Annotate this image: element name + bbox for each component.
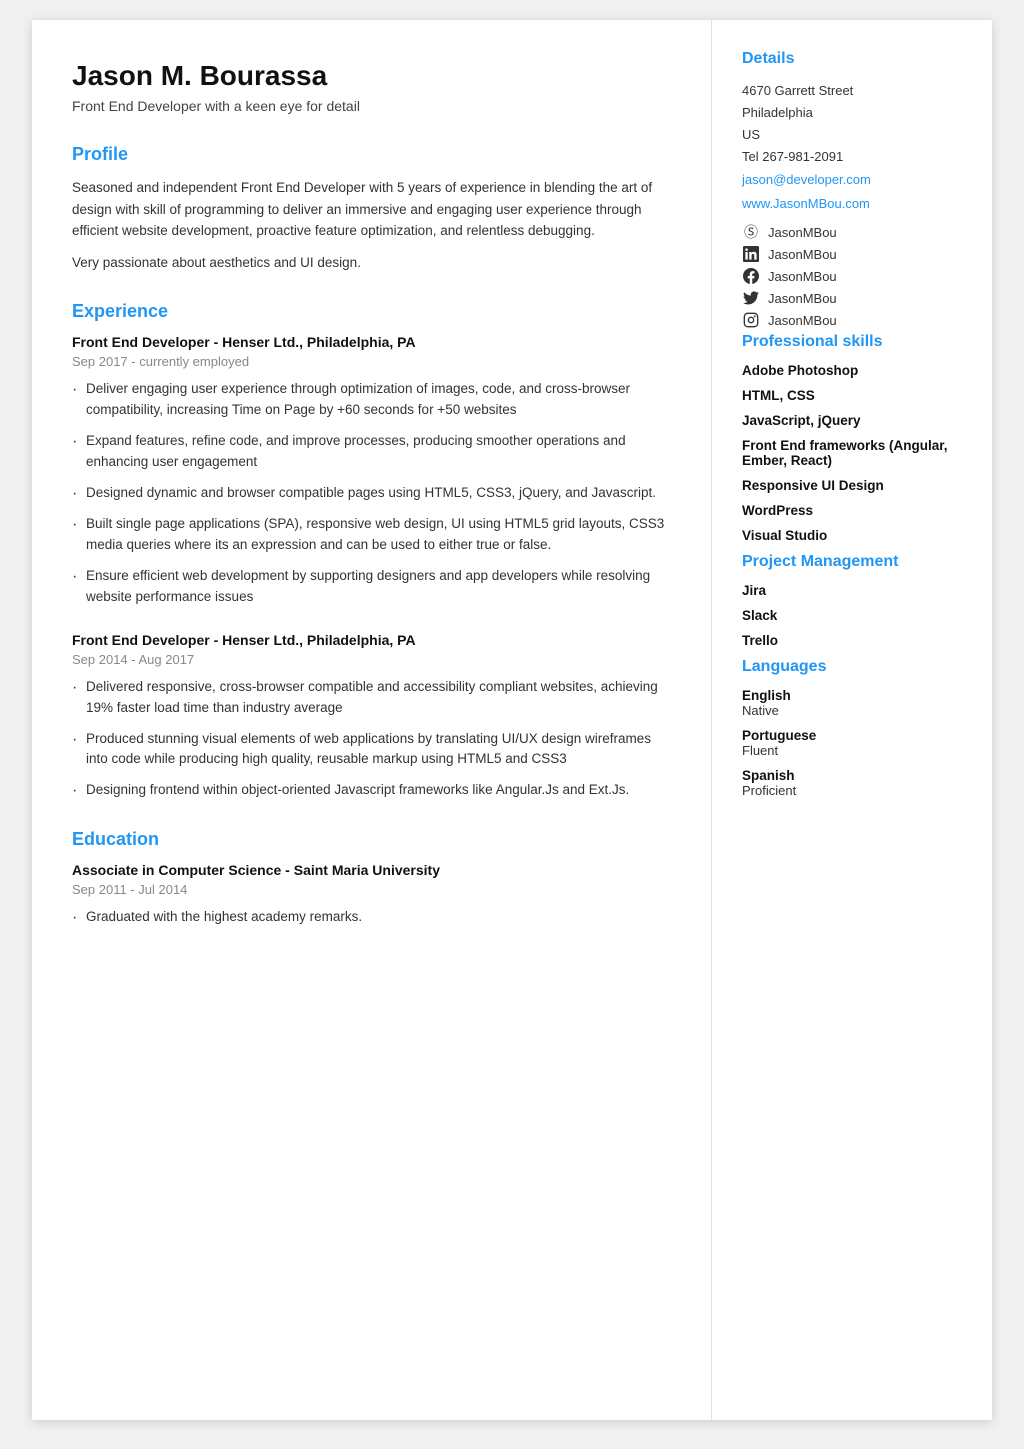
skill-item: JavaScript, jQuery bbox=[742, 413, 962, 428]
skill-item: Front End frameworks (Angular, Ember, Re… bbox=[742, 438, 962, 468]
right-column: Details 4670 Garrett Street Philadelphia… bbox=[712, 20, 992, 1420]
project-management-title: Project Management bbox=[742, 553, 962, 571]
profile-section: Profile Seasoned and independent Front E… bbox=[72, 144, 671, 273]
social-facebook: JasonMBou bbox=[742, 267, 962, 285]
lang-level-2: Fluent bbox=[742, 743, 962, 758]
skill-item: Adobe Photoshop bbox=[742, 363, 962, 378]
skill-item: HTML, CSS bbox=[742, 388, 962, 403]
job-bullets-1: Deliver engaging user experience through… bbox=[72, 379, 671, 607]
twitter-icon bbox=[742, 289, 760, 307]
job-title-1: Front End Developer - Henser Ltd., Phila… bbox=[72, 334, 671, 350]
list-item: Ensure efficient web development by supp… bbox=[72, 566, 671, 608]
linkedin-handle: JasonMBou bbox=[768, 247, 837, 262]
experience-section: Experience Front End Developer - Henser … bbox=[72, 301, 671, 801]
candidate-name: Jason M. Bourassa bbox=[72, 60, 671, 92]
website-link[interactable]: www.JasonMBou.com bbox=[742, 192, 962, 215]
social-list: Ⓢ JasonMBou JasonMBou JasonMBou bbox=[742, 223, 962, 329]
skype-handle: JasonMBou bbox=[768, 225, 837, 240]
project-item: Trello bbox=[742, 633, 962, 648]
instagram-handle: JasonMBou bbox=[768, 313, 837, 328]
education-entry-1: Associate in Computer Science - Saint Ma… bbox=[72, 862, 671, 928]
project-management-section: Project Management Jira Slack Trello bbox=[742, 553, 962, 648]
education-bullets-1: Graduated with the highest academy remar… bbox=[72, 907, 671, 928]
profile-paragraph1: Seasoned and independent Front End Devel… bbox=[72, 177, 671, 242]
lang-name-3: Spanish bbox=[742, 768, 962, 783]
list-item: Produced stunning visual elements of web… bbox=[72, 729, 671, 771]
job-block-1: Front End Developer - Henser Ltd., Phila… bbox=[72, 334, 671, 607]
skill-item: Visual Studio bbox=[742, 528, 962, 543]
skill-item: WordPress bbox=[742, 503, 962, 518]
skype-icon: Ⓢ bbox=[742, 223, 760, 241]
job-bullets-2: Delivered responsive, cross-browser comp… bbox=[72, 677, 671, 802]
project-item: Slack bbox=[742, 608, 962, 623]
tel: Tel 267-981-2091 bbox=[742, 146, 962, 168]
facebook-handle: JasonMBou bbox=[768, 269, 837, 284]
job-date-1: Sep 2017 - currently employed bbox=[72, 354, 671, 369]
candidate-tagline: Front End Developer with a keen eye for … bbox=[72, 98, 671, 114]
project-item: Jira bbox=[742, 583, 962, 598]
education-date-1: Sep 2011 - Jul 2014 bbox=[72, 882, 671, 897]
list-item: Designed dynamic and browser compatible … bbox=[72, 483, 671, 504]
job-date-2: Sep 2014 - Aug 2017 bbox=[72, 652, 671, 667]
lang-level-3: Proficient bbox=[742, 783, 962, 798]
social-twitter: JasonMBou bbox=[742, 289, 962, 307]
linkedin-icon bbox=[742, 245, 760, 263]
education-section: Education Associate in Computer Science … bbox=[72, 829, 671, 928]
lang-level-1: Native bbox=[742, 703, 962, 718]
facebook-icon bbox=[742, 267, 760, 285]
education-degree-1: Associate in Computer Science - Saint Ma… bbox=[72, 862, 671, 878]
resume-page: Jason M. Bourassa Front End Developer wi… bbox=[32, 20, 992, 1420]
list-item: Graduated with the highest academy remar… bbox=[72, 907, 671, 928]
left-column: Jason M. Bourassa Front End Developer wi… bbox=[32, 20, 712, 1420]
details-title: Details bbox=[742, 50, 962, 68]
list-item: Designing frontend within object-oriente… bbox=[72, 780, 671, 801]
twitter-handle: JasonMBou bbox=[768, 291, 837, 306]
lang-name-2: Portuguese bbox=[742, 728, 962, 743]
list-item: Built single page applications (SPA), re… bbox=[72, 514, 671, 556]
profile-paragraph2: Very passionate about aesthetics and UI … bbox=[72, 252, 671, 274]
skills-title: Professional skills bbox=[742, 333, 962, 351]
professional-skills-section: Professional skills Adobe Photoshop HTML… bbox=[742, 333, 962, 543]
address-line2: Philadelphia bbox=[742, 102, 962, 124]
list-item: Delivered responsive, cross-browser comp… bbox=[72, 677, 671, 719]
social-instagram: JasonMBou bbox=[742, 311, 962, 329]
address-line1: 4670 Garrett Street bbox=[742, 80, 962, 102]
languages-section: Languages English Native Portuguese Flue… bbox=[742, 658, 962, 798]
skill-item: Responsive UI Design bbox=[742, 478, 962, 493]
details-section: Details 4670 Garrett Street Philadelphia… bbox=[742, 50, 962, 329]
list-item: Expand features, refine code, and improv… bbox=[72, 431, 671, 473]
education-title: Education bbox=[72, 829, 671, 850]
instagram-icon bbox=[742, 311, 760, 329]
profile-title: Profile bbox=[72, 144, 671, 165]
email-link[interactable]: jason@developer.com bbox=[742, 168, 962, 191]
lang-name-1: English bbox=[742, 688, 962, 703]
job-block-2: Front End Developer - Henser Ltd., Phila… bbox=[72, 632, 671, 802]
list-item: Deliver engaging user experience through… bbox=[72, 379, 671, 421]
job-title-2: Front End Developer - Henser Ltd., Phila… bbox=[72, 632, 671, 648]
social-linkedin: JasonMBou bbox=[742, 245, 962, 263]
languages-title: Languages bbox=[742, 658, 962, 676]
address-line3: US bbox=[742, 124, 962, 146]
social-skype: Ⓢ JasonMBou bbox=[742, 223, 962, 241]
experience-title: Experience bbox=[72, 301, 671, 322]
